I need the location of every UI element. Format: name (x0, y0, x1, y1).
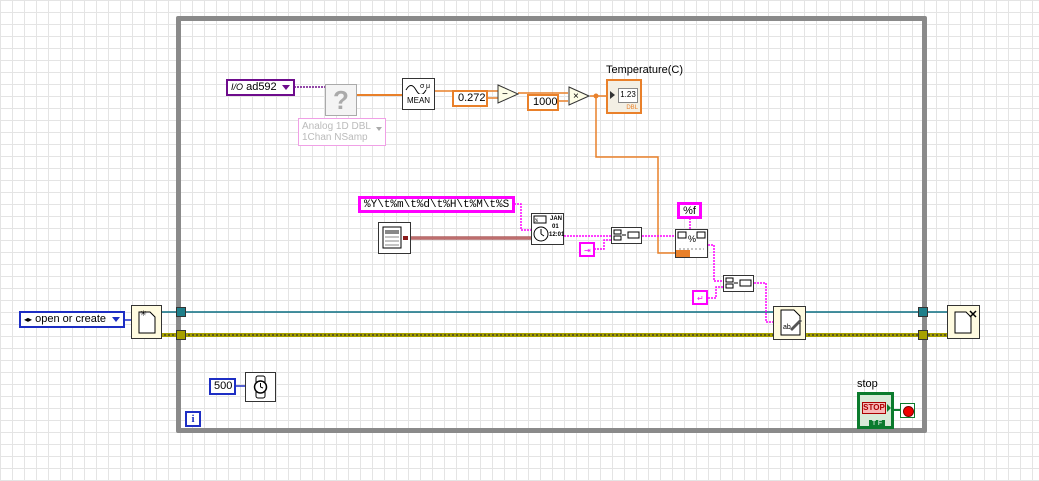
format-node-type (676, 250, 690, 257)
mean-node[interactable]: σ μ MEAN (402, 78, 435, 110)
temperature-indicator[interactable]: 1.23 DBL (606, 79, 642, 114)
refnum-tunnel-right (918, 307, 928, 317)
stop-label: stop (857, 378, 878, 390)
clock-month: JAN (550, 216, 563, 222)
stop-button[interactable]: STOP (862, 402, 886, 414)
float-format-constant[interactable]: %f (677, 202, 702, 219)
scale-constant[interactable]: 1000 (527, 94, 559, 111)
get-time-node[interactable] (378, 222, 411, 254)
svg-text:%: % (535, 218, 538, 224)
concatenate-icon (613, 229, 640, 241)
newline-icon: ↵ (697, 294, 704, 303)
polymorphic-line-1: Analog 1D DBL (302, 121, 371, 132)
svg-text:μ: μ (426, 83, 430, 90)
write-file-icon: ab (780, 309, 802, 336)
concatenate-node-1[interactable] (611, 227, 642, 244)
minus-icon: − (502, 89, 508, 100)
play-icon (887, 404, 891, 412)
temperature-type: DBL (626, 105, 638, 111)
channel-control[interactable]: I/O ad592 (226, 79, 295, 96)
io-icon: I/O (231, 82, 244, 92)
clock-day: 01 (552, 224, 559, 230)
enum-arrows-icon: ◂▸ (24, 315, 33, 324)
svg-text:✳: ✳ (140, 309, 147, 318)
open-file-icon: ✳ (138, 309, 156, 334)
tab-constant-1[interactable]: ⇥ (579, 242, 595, 257)
iteration-terminal: i (185, 411, 201, 427)
file-operation-control[interactable]: ◂▸ open or create (19, 311, 126, 328)
time-format-constant[interactable]: %Y\t%m\t%d\t%H\t%M\t%S (358, 196, 516, 213)
error-tunnel-right (918, 330, 928, 340)
watch-icon (253, 375, 268, 399)
play-icon (610, 91, 615, 99)
polymorphic-line-2: 1Chan NSamp (302, 132, 368, 143)
stop-type: T F (869, 420, 885, 427)
wait-node[interactable] (245, 372, 276, 402)
channel-value: ad592 (246, 81, 277, 93)
svg-text:%: % (688, 234, 696, 244)
svg-text:ab: ab (783, 324, 791, 331)
close-file-node[interactable] (947, 305, 980, 339)
mean-label: MEAN (406, 96, 431, 105)
mean-icon: σ μ (405, 83, 430, 94)
temperature-display: 1.23 (618, 88, 638, 103)
temperature-label: Temperature(C) (606, 64, 684, 76)
format-datetime-node[interactable]: % JAN 01 12:01 (531, 213, 564, 245)
wait-constant[interactable]: 500 (209, 378, 236, 395)
write-text-file-node[interactable]: ab (773, 306, 806, 340)
refnum-tunnel-left (176, 307, 186, 317)
open-file-node[interactable]: ✳ (131, 305, 162, 339)
stop-control[interactable]: STOP T F (857, 392, 894, 429)
offset-constant[interactable]: 0.272 (452, 90, 488, 107)
subtract-node[interactable]: − (497, 84, 519, 104)
concatenate-icon (725, 277, 752, 289)
chevron-down-icon (376, 127, 382, 131)
loop-condition-terminal[interactable] (900, 403, 915, 418)
chevron-down-icon[interactable] (281, 84, 290, 90)
error-tunnel-left (176, 330, 186, 340)
daq-polymorphic-selector[interactable]: Analog 1D DBL 1Chan NSamp (298, 118, 386, 146)
stop-circle-icon (903, 406, 914, 417)
svg-text:σ: σ (420, 83, 425, 90)
multiply-icon: × (573, 91, 579, 102)
file-operation-value: open or create (35, 313, 107, 325)
daq-read-node[interactable]: ? (325, 84, 357, 116)
calendar-clock-icon (382, 226, 408, 249)
multiply-node[interactable]: × (568, 86, 590, 106)
chevron-down-icon[interactable] (112, 316, 121, 322)
clock-time: 12:01 (549, 232, 565, 238)
concatenate-node-2[interactable] (723, 275, 754, 292)
tab-constant-2[interactable]: ↵ (692, 290, 708, 305)
close-file-icon (954, 310, 977, 334)
format-into-string-node[interactable]: % (675, 229, 708, 258)
tab-icon: ⇥ (584, 246, 591, 255)
